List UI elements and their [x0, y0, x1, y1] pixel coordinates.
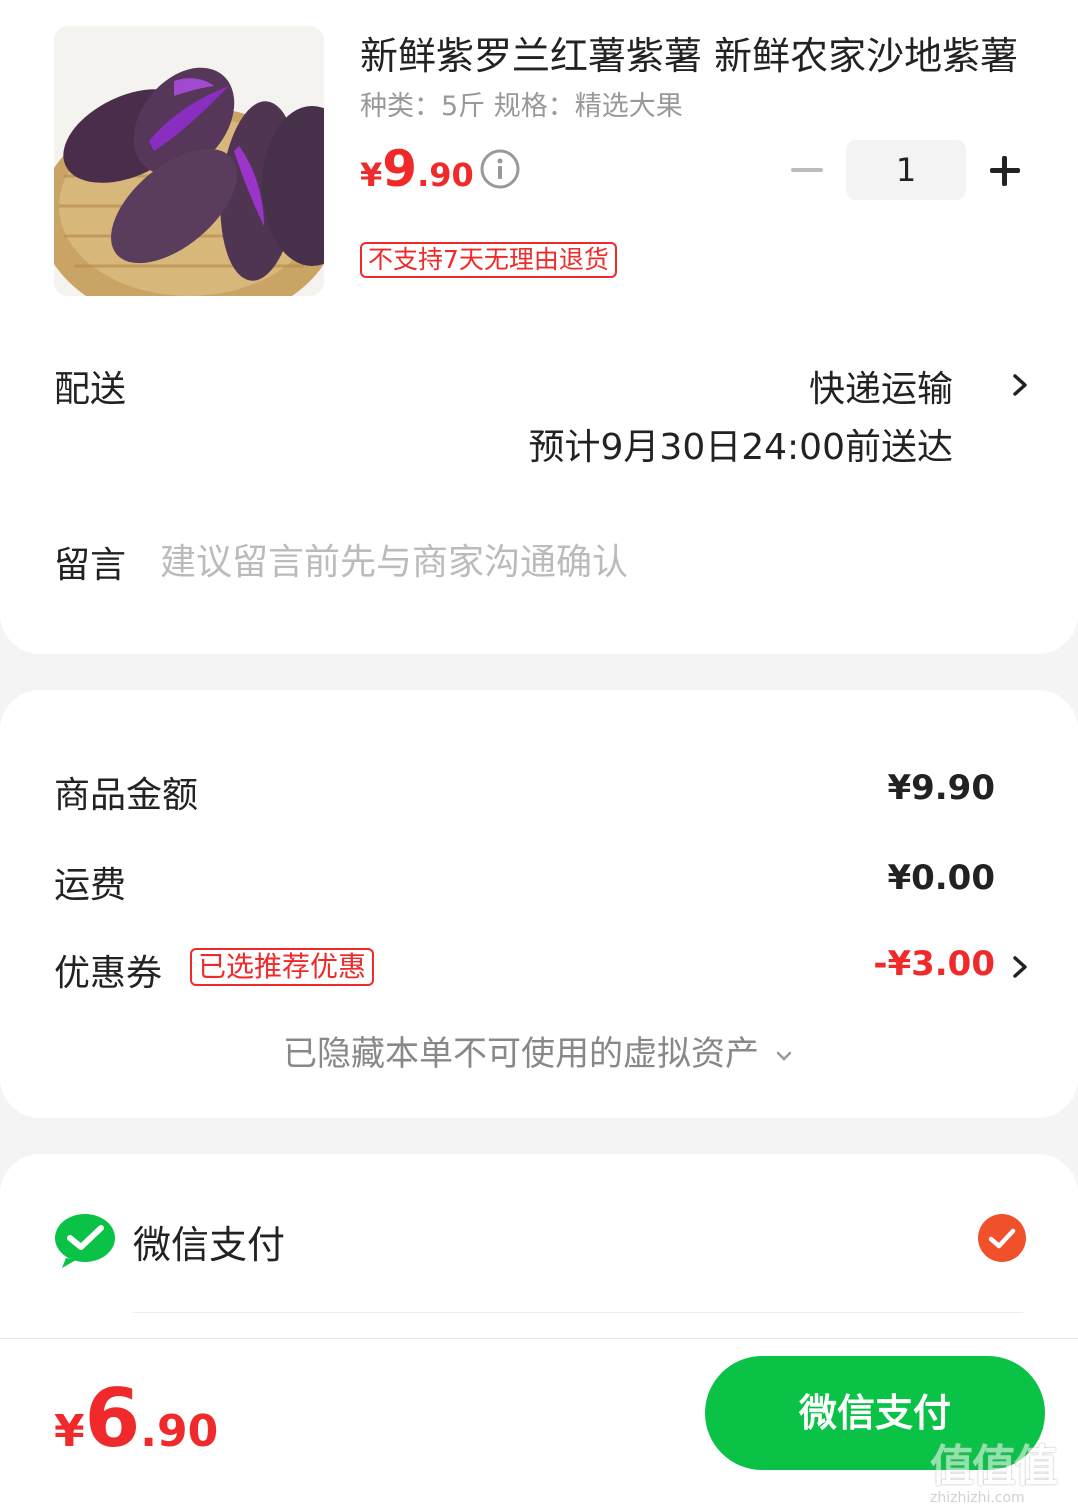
hidden-assets-text: 已隐藏本单不可使用的虚拟资产: [283, 1034, 759, 1074]
order-item-card: 新鲜紫罗兰红薯紫薯 新鲜农家沙地紫薯 种类：5斤 规格：精选大果 ¥9.90 1…: [0, 0, 1078, 654]
quantity-input[interactable]: 1: [846, 140, 966, 200]
coupon-label: 优惠券: [54, 953, 163, 994]
payment-method-label[interactable]: 微信支付: [133, 1214, 285, 1269]
wechat-pay-icon: [55, 1214, 115, 1268]
return-policy-tag: 不支持7天无理由退货: [360, 242, 617, 278]
chevron-right-icon[interactable]: [1008, 370, 1032, 400]
delivery-label: 配送: [54, 369, 127, 410]
goods-amount-value: ¥9.90: [887, 768, 995, 808]
goods-amount-label: 商品金额: [54, 775, 199, 816]
remark-input[interactable]: [160, 534, 1020, 590]
remark-label: 留言: [54, 545, 127, 586]
product-spec: 种类：5斤 规格：精选大果: [360, 91, 683, 122]
selected-check-icon[interactable]: [978, 1214, 1026, 1262]
product-title: 新鲜紫罗兰红薯紫薯 新鲜农家沙地紫薯: [360, 34, 1019, 78]
minus-icon: [791, 168, 823, 172]
delivery-method[interactable]: 快递运输: [809, 360, 953, 412]
product-image[interactable]: [54, 26, 324, 296]
total-price: ¥6.90: [54, 1372, 219, 1465]
watermark-logo: 值值值: [930, 1441, 1058, 1492]
hidden-assets-toggle[interactable]: 已隐藏本单不可使用的虚拟资产: [0, 1026, 1078, 1075]
shipping-fee-value: ¥0.00: [887, 858, 995, 898]
chevron-down-icon: [776, 1051, 792, 1061]
product-price: ¥9.90: [360, 140, 474, 198]
quantity-decrease-button[interactable]: [782, 148, 832, 192]
divider: [133, 1312, 1023, 1313]
info-icon[interactable]: [479, 148, 521, 190]
site-watermark: 值值值 zhizhizhi.com: [930, 1430, 1070, 1506]
shipping-fee-label: 运费: [54, 865, 127, 906]
coupon-chevron-right-icon[interactable]: [1008, 952, 1032, 982]
coupon-recommended-tag: 已选推荐优惠: [190, 948, 375, 986]
delivery-eta: 预计9月30日24:00前送达: [528, 427, 953, 468]
quantity-increase-button[interactable]: [980, 146, 1030, 196]
coupon-value[interactable]: -¥3.00: [873, 944, 995, 984]
